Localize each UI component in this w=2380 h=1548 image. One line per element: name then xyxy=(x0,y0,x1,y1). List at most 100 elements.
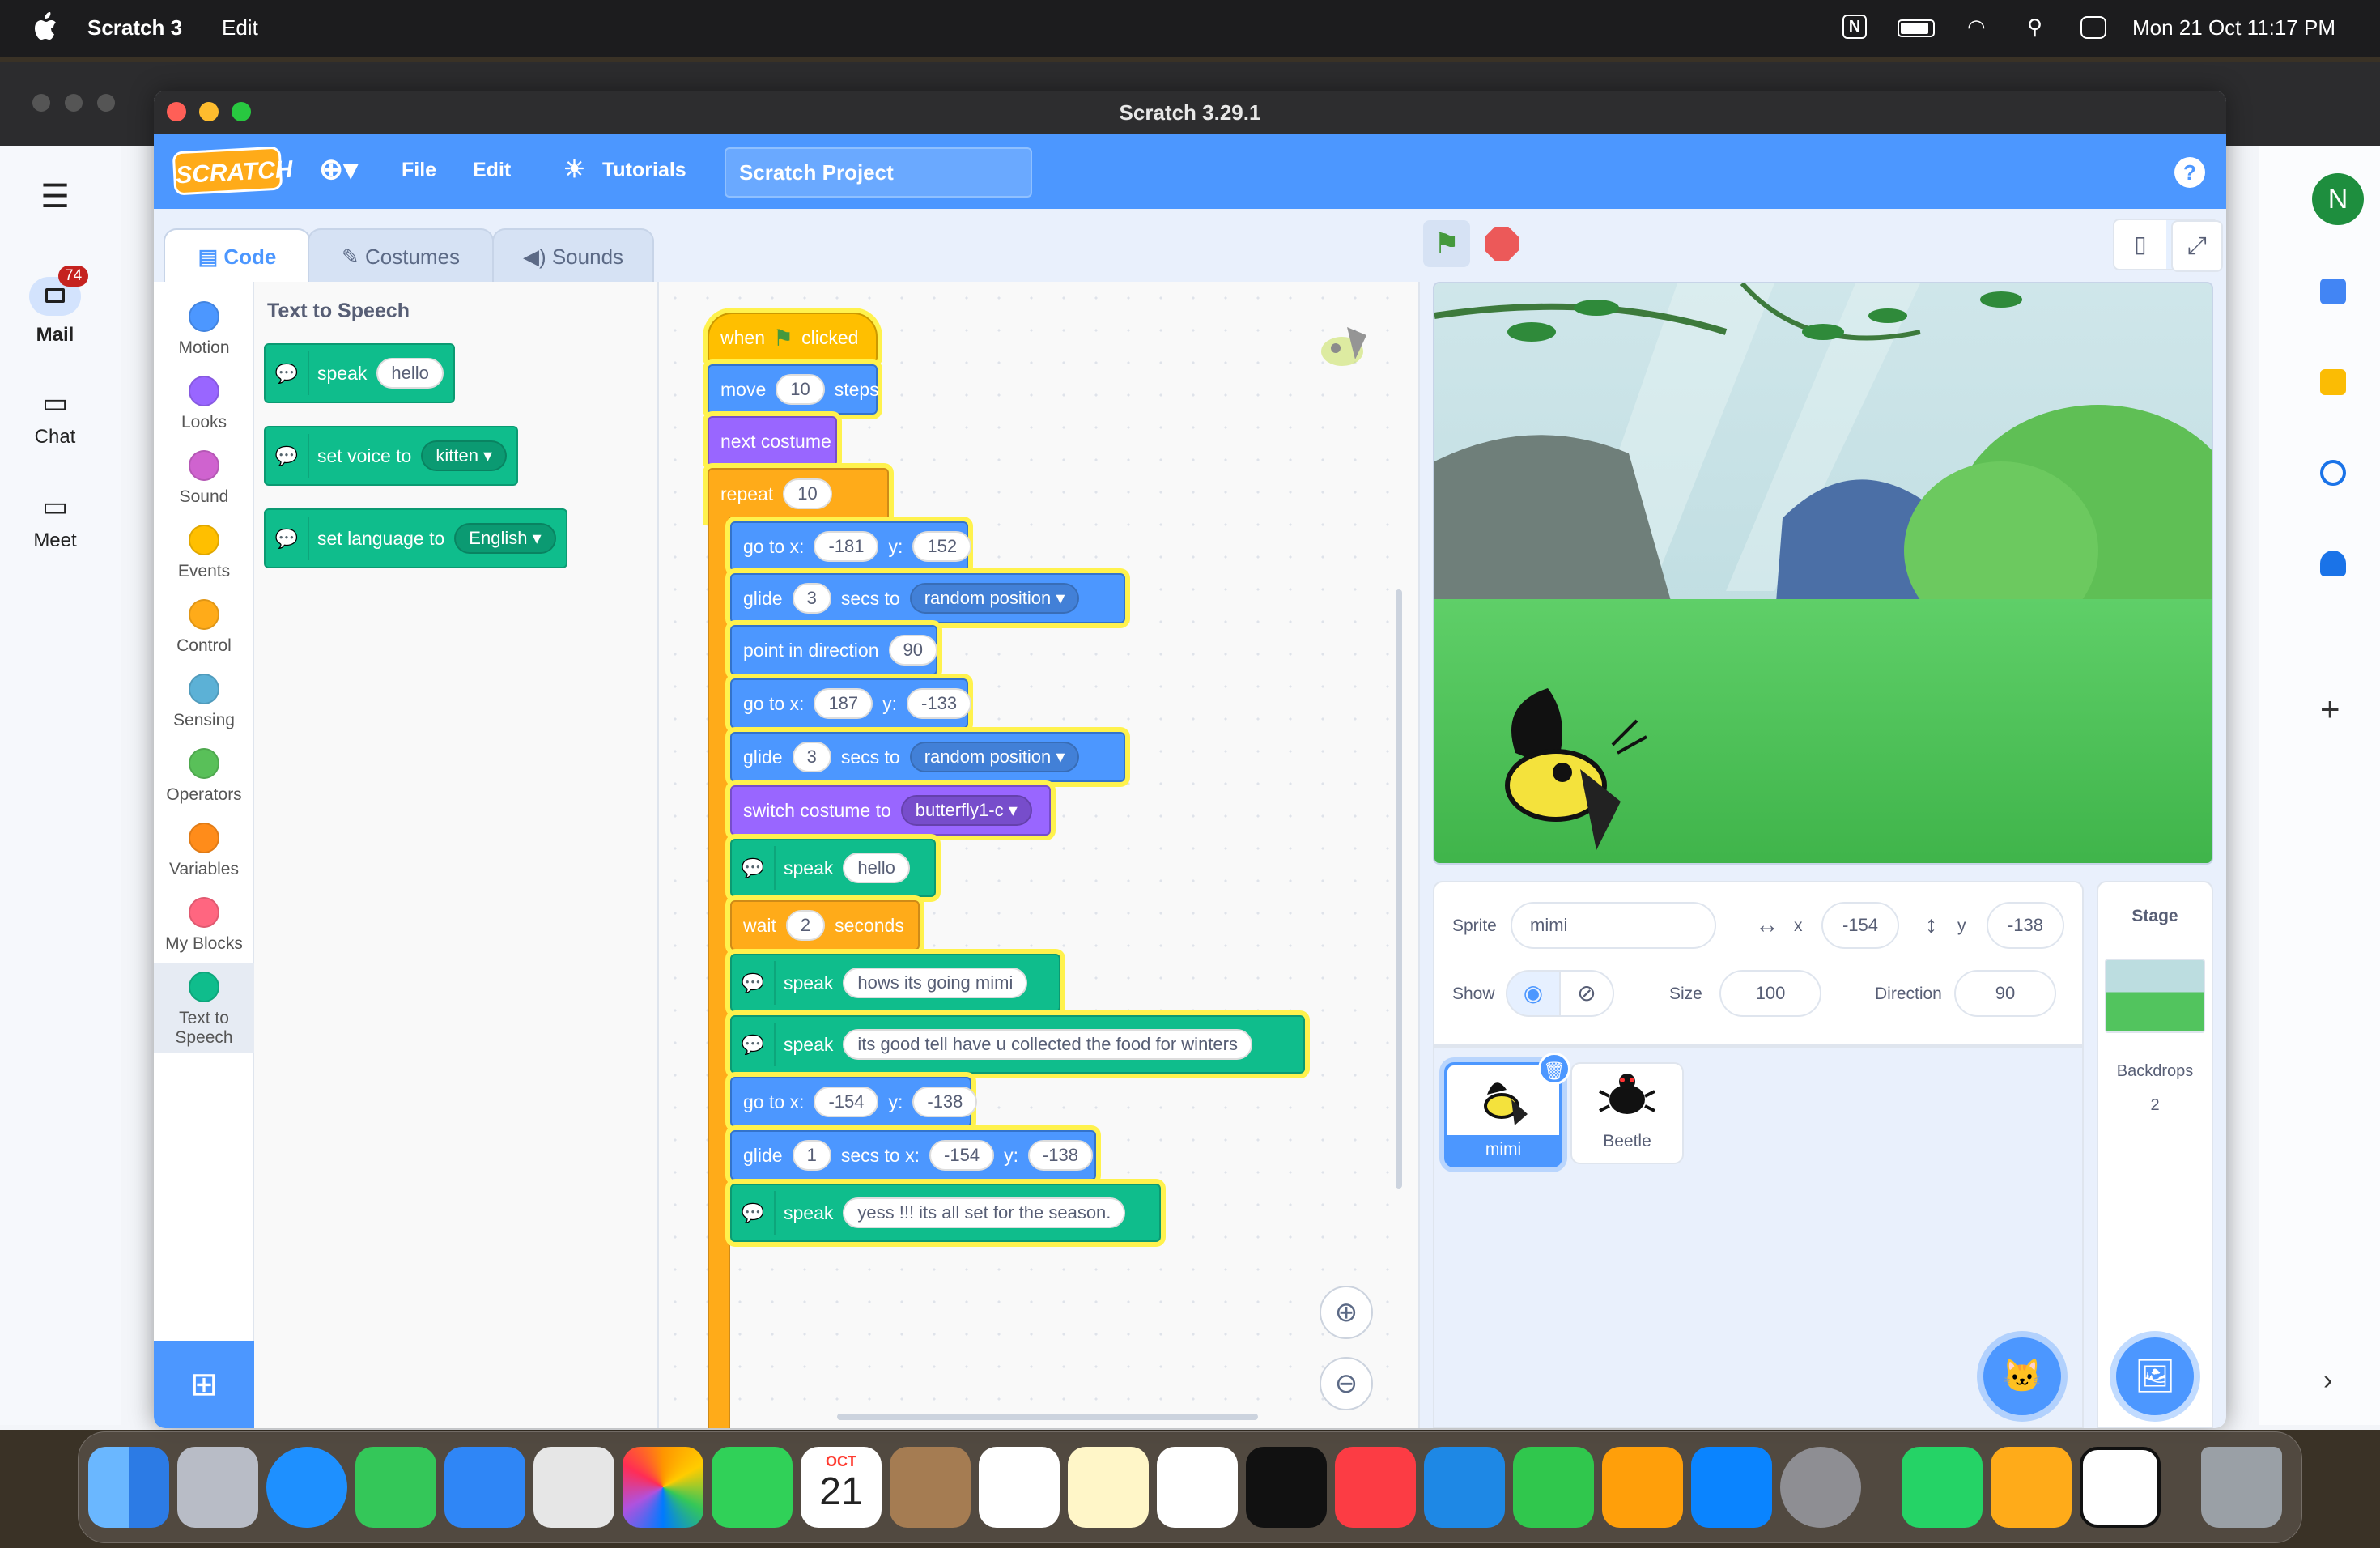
category-motion[interactable]: Motion xyxy=(154,293,254,368)
speak1-input[interactable]: hello xyxy=(843,853,910,883)
menubar-clock[interactable]: Mon 21 Oct 11:17 PM xyxy=(2132,15,2335,40)
tab-code[interactable]: ▤ Code xyxy=(164,228,311,283)
system-settings-icon[interactable] xyxy=(1780,1447,1861,1528)
wifi-icon[interactable]: ◠ xyxy=(1967,15,1986,40)
gmail-meet-item[interactable]: ▭ Meet xyxy=(0,491,110,552)
category-sensing[interactable]: Sensing xyxy=(154,666,254,740)
green-flag-button[interactable]: ⚑ xyxy=(1423,220,1470,267)
category-looks[interactable]: Looks xyxy=(154,368,254,442)
repeat-input[interactable]: 10 xyxy=(783,478,832,509)
point-direction-block[interactable]: point in direction 90 xyxy=(730,625,937,675)
zoom-in-button[interactable]: ⊕ xyxy=(1320,1286,1373,1339)
speak3-input[interactable]: its good tell have u collected the food … xyxy=(843,1029,1252,1060)
keynote-icon[interactable] xyxy=(1424,1447,1505,1528)
tutorials-menu[interactable]: Tutorials xyxy=(602,159,686,182)
freeform-icon[interactable] xyxy=(1157,1447,1238,1528)
small-stage-button[interactable]: ▯ xyxy=(2114,220,2166,269)
goto1-y-input[interactable]: 152 xyxy=(912,531,972,562)
glide2-target-dropdown[interactable]: random position ▾ xyxy=(909,742,1080,772)
language-globe-icon[interactable]: ⊕▾ xyxy=(319,152,358,186)
calendar-icon[interactable] xyxy=(2320,279,2346,304)
scratch-logo[interactable]: SCRATCH xyxy=(172,146,293,196)
category-variables[interactable]: Variables xyxy=(154,814,254,889)
show-visible-button[interactable]: ◉ xyxy=(1506,970,1561,1017)
size-input[interactable]: 100 xyxy=(1719,970,1821,1017)
add-addon-icon[interactable]: + xyxy=(2320,690,2340,729)
spotlight-search-icon[interactable]: ⚲ xyxy=(2027,15,2042,40)
speak2-input[interactable]: hows its going mimi xyxy=(843,968,1028,998)
repeat-block[interactable]: repeat 10 xyxy=(708,468,889,520)
switch-costume-block[interactable]: switch costume to butterfly1-c ▾ xyxy=(730,785,1051,836)
speak-block-4[interactable]: 💬 speak yess !!! its all set for the sea… xyxy=(730,1184,1161,1242)
glide1-target-dropdown[interactable]: random position ▾ xyxy=(909,583,1080,614)
tasks-icon[interactable] xyxy=(2320,460,2346,486)
goto3-x-input[interactable]: -154 xyxy=(814,1087,879,1117)
y-position-input[interactable]: -138 xyxy=(1987,902,2064,949)
goto3-y-input[interactable]: -138 xyxy=(912,1087,978,1117)
pages-icon[interactable] xyxy=(1602,1447,1683,1528)
minimize-window-button[interactable] xyxy=(199,102,219,121)
photos-icon[interactable] xyxy=(623,1447,703,1528)
glide-xy-block[interactable]: glide 1 secs to x: -154 y: -138 xyxy=(730,1130,1096,1180)
glide3-y-input[interactable]: -138 xyxy=(1027,1140,1093,1171)
speak-block-2[interactable]: 💬 speak hows its going mimi xyxy=(730,954,1060,1012)
glide3-secs-input[interactable]: 1 xyxy=(792,1140,831,1171)
chevron-right-icon[interactable]: › xyxy=(2323,1365,2332,1397)
palette-speak-input[interactable]: hello xyxy=(376,358,444,389)
choose-sprite-button[interactable]: 🐱 xyxy=(1983,1337,2061,1415)
fullscreen-button[interactable]: ⤢ xyxy=(2171,220,2223,272)
gmail-chat-item[interactable]: ▭ Chat xyxy=(0,387,110,449)
trash-icon[interactable] xyxy=(2201,1447,2282,1528)
battery-icon[interactable] xyxy=(1898,19,1935,37)
scratch-dock-icon[interactable] xyxy=(1991,1447,2072,1528)
notion-icon[interactable] xyxy=(2080,1447,2161,1528)
goto2-y-input[interactable]: -133 xyxy=(907,688,972,719)
add-extension-button[interactable]: ⊞ xyxy=(154,1341,254,1428)
code-horizontal-scrollbar[interactable] xyxy=(837,1414,1258,1420)
gmail-mail-item[interactable]: 74 Mail xyxy=(0,266,110,347)
apple-icon[interactable] xyxy=(34,11,58,42)
code-area[interactable]: when ⚑ clicked move 10 steps next costum… xyxy=(659,282,1420,1428)
menubar-edit[interactable]: Edit xyxy=(222,15,258,40)
palette-speak-block[interactable]: 💬 speak hello xyxy=(264,343,455,403)
facetime-icon[interactable] xyxy=(712,1447,793,1528)
launchpad-icon[interactable] xyxy=(177,1447,258,1528)
choose-backdrop-button[interactable]: 🖼 xyxy=(2116,1337,2194,1415)
category-operators[interactable]: Operators xyxy=(154,740,254,814)
tab-costumes[interactable]: ✎ Costumes xyxy=(308,228,494,283)
category-sound[interactable]: Sound xyxy=(154,442,254,517)
direction-input[interactable]: 90 xyxy=(1954,970,2056,1017)
stage-canvas[interactable] xyxy=(1433,282,2213,865)
keep-icon[interactable] xyxy=(2320,369,2346,395)
palette-set-language-block[interactable]: 💬 set language to English ▾ xyxy=(264,508,567,568)
glide1-secs-input[interactable]: 3 xyxy=(792,583,831,614)
reminders-icon[interactable] xyxy=(979,1447,1060,1528)
language-dropdown[interactable]: English ▾ xyxy=(454,523,556,554)
glide3-x-input[interactable]: -154 xyxy=(929,1140,995,1171)
move-input[interactable]: 10 xyxy=(776,374,825,405)
stop-button[interactable] xyxy=(1485,227,1519,261)
next-costume-block[interactable]: next costume xyxy=(708,416,837,466)
when-flag-clicked-block[interactable]: when ⚑ clicked xyxy=(708,313,878,363)
menubar-app-name[interactable]: Scratch 3 xyxy=(87,15,182,40)
calendar-app-icon[interactable]: OCT 21 xyxy=(801,1447,882,1528)
finder-icon[interactable] xyxy=(88,1447,169,1528)
category-text-to-speech[interactable]: Text to Speech xyxy=(154,963,254,1053)
messages-icon[interactable] xyxy=(355,1447,436,1528)
help-button[interactable]: ? xyxy=(2174,157,2205,188)
wait-input[interactable]: 2 xyxy=(785,910,826,941)
wait-seconds-block[interactable]: wait 2 seconds xyxy=(730,900,920,950)
edit-menu[interactable]: Edit xyxy=(473,159,511,182)
show-hidden-button[interactable]: ⊘ xyxy=(1559,970,1614,1017)
app-store-icon[interactable] xyxy=(1691,1447,1772,1528)
x-position-input[interactable]: -154 xyxy=(1821,902,1899,949)
category-events[interactable]: Events xyxy=(154,517,254,591)
safari-icon[interactable] xyxy=(266,1447,347,1528)
point-direction-input[interactable]: 90 xyxy=(888,635,937,666)
sprite-tile-beetle[interactable]: Beetle xyxy=(1570,1062,1684,1164)
goto-xy-block-2[interactable]: go to x: 187 y: -133 xyxy=(730,678,972,729)
numbers-icon[interactable] xyxy=(1513,1447,1594,1528)
notion-menubar-icon[interactable]: N xyxy=(1842,15,1867,39)
voice-dropdown[interactable]: kitten ▾ xyxy=(421,440,508,471)
speak4-input[interactable]: yess !!! its all set for the season. xyxy=(843,1197,1126,1228)
